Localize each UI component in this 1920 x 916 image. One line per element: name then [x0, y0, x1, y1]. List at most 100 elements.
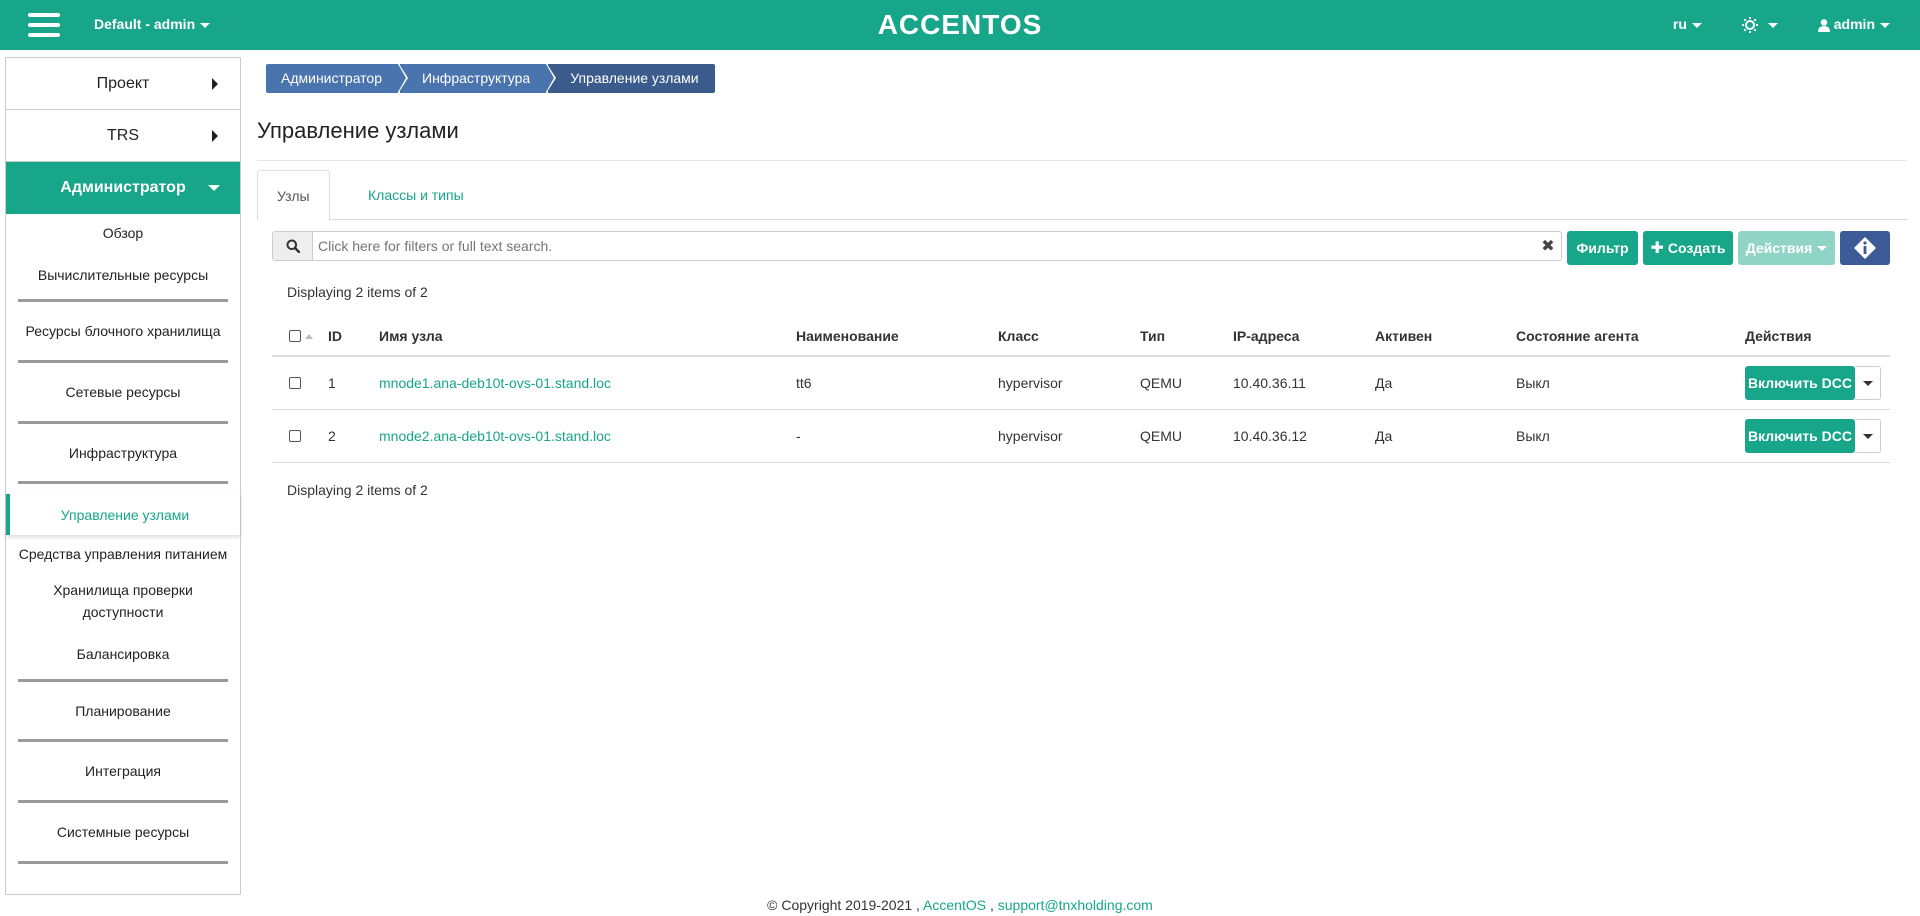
enable-dcc-button[interactable]: Включить DCC: [1745, 366, 1855, 400]
column-header[interactable]: ID: [328, 317, 342, 355]
cell-type: QEMU: [1140, 428, 1182, 444]
actions-button[interactable]: Действия: [1738, 231, 1835, 265]
close-icon[interactable]: ✖: [1535, 232, 1561, 260]
chevron-down-icon: [1691, 22, 1702, 28]
user-label: admin: [1833, 16, 1875, 32]
node-name-link[interactable]: mnode1.ana-deb10t-ovs-01.stand.loc: [379, 357, 611, 409]
table-row: 2 mnode2.ana-deb10t-ovs-01.stand.loc - h…: [272, 410, 1890, 463]
row-actions-dropdown[interactable]: [1855, 419, 1881, 453]
support-email-link[interactable]: support@tnxholding.com: [998, 897, 1153, 913]
sun-icon: [1741, 17, 1758, 34]
sidebar-item-block-storage[interactable]: Ресурсы блочного хранилища: [18, 302, 228, 363]
cell-id: 2: [328, 428, 336, 444]
row-checkbox[interactable]: [289, 377, 301, 389]
actions-button-label: Действия: [1745, 240, 1813, 256]
cell-active: Да: [1375, 428, 1393, 444]
sidebar-item-integration[interactable]: Интеграция: [18, 742, 228, 803]
column-header[interactable]: Имя узла: [379, 317, 443, 355]
brand-logo: ACCENTOS: [877, 9, 1043, 40]
sidebar-item-node-management[interactable]: Управление узлами: [6, 494, 240, 535]
project-selector[interactable]: Default - admin: [94, 16, 211, 32]
row-checkbox[interactable]: [289, 430, 301, 442]
cell-ip: 10.40.36.12: [1233, 428, 1307, 444]
page-title: Управление узлами: [257, 118, 459, 143]
copyright-text: © Copyright 2019-2021 ,: [767, 897, 920, 913]
sidebar-item-label: Администратор: [60, 179, 186, 196]
node-name-link[interactable]: mnode2.ana-deb10t-ovs-01.stand.loc: [379, 410, 611, 462]
filter-button[interactable]: Фильтр: [1567, 231, 1638, 265]
table-header: ID Имя узла Наименование Класс Тип IP-ад…: [272, 317, 1890, 357]
cell-class: hypervisor: [998, 375, 1063, 391]
info-icon: [1854, 237, 1876, 259]
chevron-down-icon: [1862, 433, 1873, 439]
column-header[interactable]: Класс: [998, 317, 1039, 355]
language-selector[interactable]: ru: [1673, 16, 1702, 33]
chevron-down-icon: [1880, 22, 1890, 28]
column-header[interactable]: Наименование: [796, 317, 899, 355]
user-icon: [1817, 19, 1830, 32]
sidebar-item-compute[interactable]: Вычислительные ресурсы: [18, 252, 228, 302]
cell-agent-state: Выкл: [1516, 375, 1550, 391]
sidebar-item-system-resources[interactable]: Системные ресурсы: [18, 803, 228, 864]
sidebar-item-project[interactable]: Проект: [6, 58, 240, 110]
sidebar-item-power-management[interactable]: Средства управления питанием: [18, 535, 228, 575]
sidebar-item-availability-storage[interactable]: Хранилища проверки доступности: [18, 575, 228, 625]
tab-nodes[interactable]: Узлы: [257, 170, 330, 221]
footer: © Copyright 2019-2021 , AccentOS , suppo…: [0, 897, 1920, 913]
project-selector-label: Default - admin: [94, 16, 196, 32]
search-icon[interactable]: [273, 232, 313, 260]
create-button[interactable]: ✚ Создать: [1643, 231, 1733, 265]
tab-bar: Узлы Классы и типы: [257, 170, 1907, 221]
sidebar-item-label: Проект: [96, 74, 150, 92]
tab-classes-types[interactable]: Классы и типы: [349, 170, 483, 221]
divider: [257, 160, 1907, 161]
chevron-down-icon: [200, 22, 211, 28]
user-menu[interactable]: admin: [1817, 16, 1890, 33]
column-header: Действия: [1745, 328, 1812, 344]
cell-title: tt6: [796, 375, 812, 391]
search-input[interactable]: [313, 232, 1535, 260]
enable-dcc-button[interactable]: Включить DCC: [1745, 419, 1855, 453]
sidebar-item-trs[interactable]: TRS: [6, 110, 240, 162]
breadcrumb-item-infrastructure[interactable]: Инфраструктура: [400, 64, 557, 93]
chevron-down-icon: [208, 185, 220, 191]
accentos-link[interactable]: AccentOS: [923, 897, 986, 913]
sidebar-item-admin[interactable]: Администратор: [6, 162, 240, 214]
info-button[interactable]: [1840, 231, 1890, 265]
select-all-checkbox[interactable]: [289, 330, 301, 342]
column-header[interactable]: IP-адреса: [1233, 317, 1299, 355]
sidebar-item-infrastructure[interactable]: Инфраструктура: [18, 424, 228, 484]
theme-selector[interactable]: [1741, 16, 1778, 34]
create-button-label: Создать: [1667, 240, 1726, 256]
cell-class: hypervisor: [998, 428, 1063, 444]
cell-ip: 10.40.36.11: [1233, 375, 1306, 391]
language-label: ru: [1672, 16, 1687, 32]
displaying-count-bottom: Displaying 2 items of 2: [287, 482, 428, 498]
column-header[interactable]: Состояние агента: [1516, 317, 1639, 355]
sidebar: Проект TRS Администратор Обзор Вычислите…: [5, 57, 241, 895]
sidebar-item-overview[interactable]: Обзор: [18, 214, 228, 252]
sidebar-item-network[interactable]: Сетевые ресурсы: [18, 363, 228, 424]
displaying-count-top: Displaying 2 items of 2: [287, 284, 428, 300]
cell-active: Да: [1375, 375, 1393, 391]
table-row: 1 mnode1.ana-deb10t-ovs-01.stand.loc tt6…: [272, 357, 1890, 410]
column-header[interactable]: Активен: [1375, 317, 1432, 355]
chevron-down-icon: [1767, 22, 1778, 28]
plus-icon: ✚: [1650, 240, 1664, 257]
breadcrumb-item-admin[interactable]: Администратор: [266, 64, 409, 93]
row-actions-dropdown[interactable]: [1855, 366, 1881, 400]
cell-id: 1: [328, 375, 336, 391]
top-navbar: Default - admin ACCENTOS ru admin: [0, 0, 1920, 50]
sort-icon[interactable]: [305, 333, 313, 339]
menu-toggle-icon[interactable]: [28, 13, 60, 37]
chevron-right-icon: [212, 78, 218, 90]
cell-title: -: [796, 428, 801, 444]
chevron-right-icon: [212, 130, 218, 142]
sidebar-item-scheduling[interactable]: Планирование: [18, 682, 228, 742]
breadcrumb-item-node-management[interactable]: Управление узлами: [548, 64, 715, 93]
column-header[interactable]: Тип: [1140, 317, 1165, 355]
breadcrumb-label: Инфраструктура: [422, 70, 531, 86]
breadcrumb-label: Управление узлами: [570, 70, 699, 86]
sidebar-item-balancing[interactable]: Балансировка: [18, 625, 228, 682]
cell-agent-state: Выкл: [1516, 428, 1550, 444]
